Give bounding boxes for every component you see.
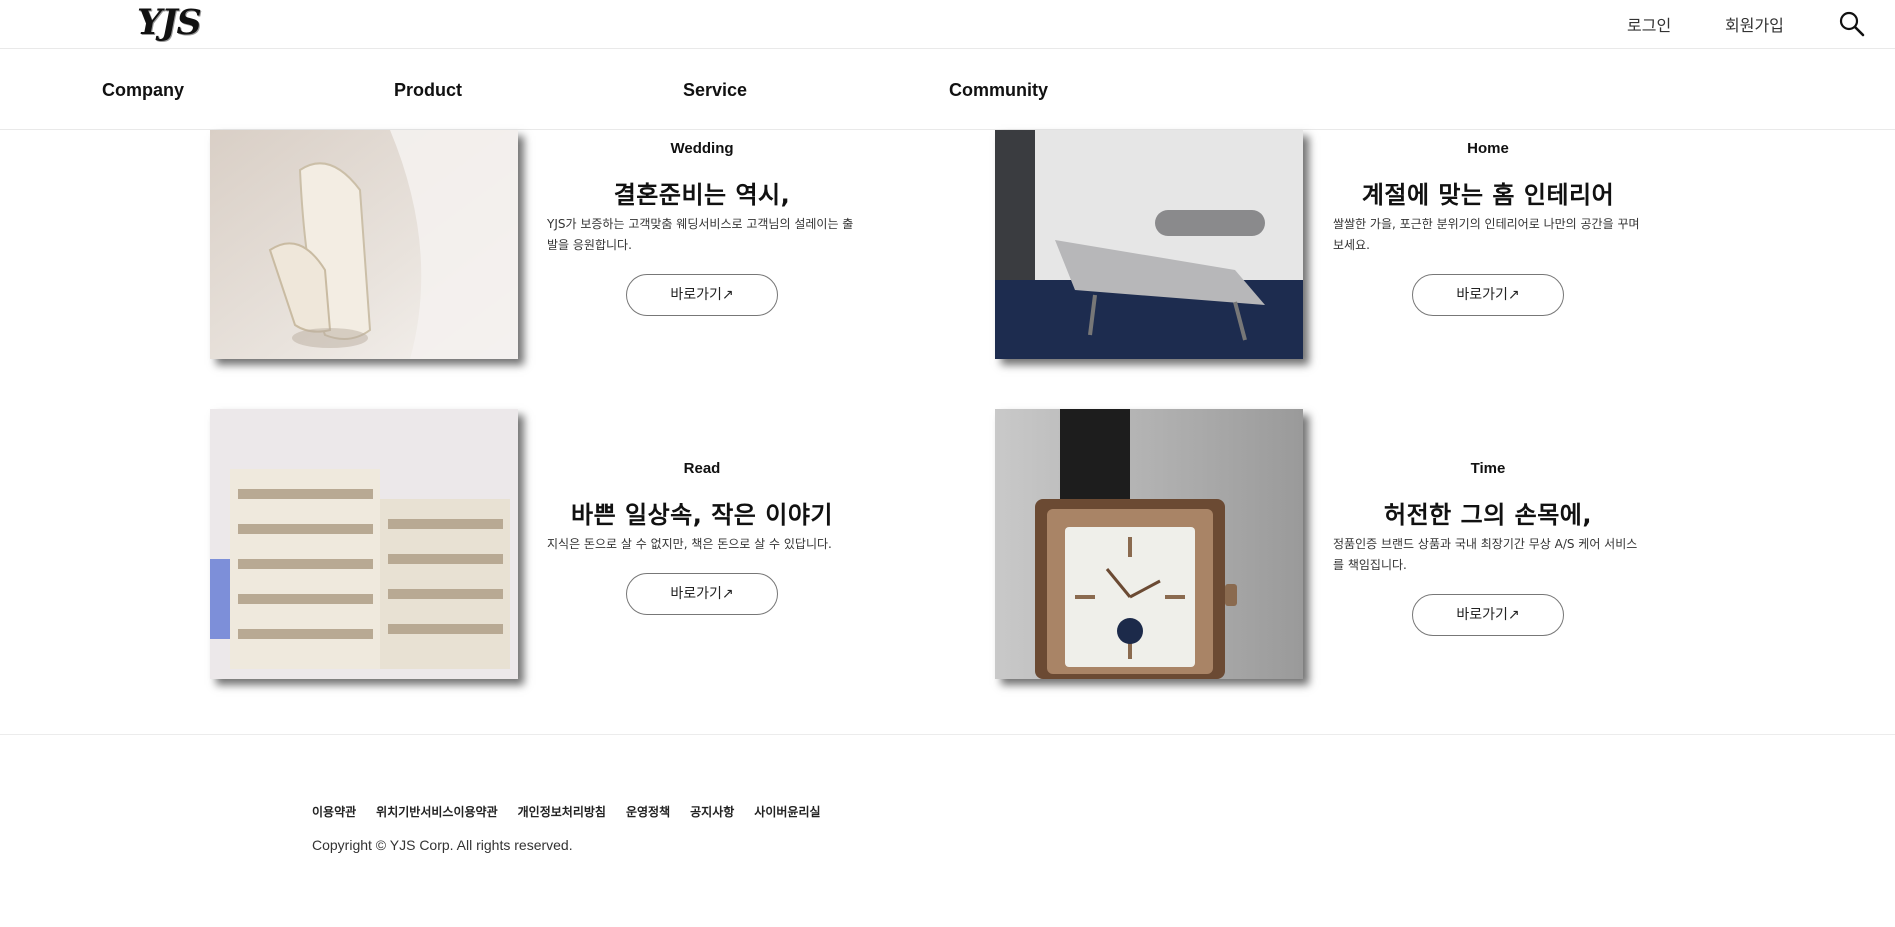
card-title: 허전한 그의 손목에, (1384, 501, 1592, 529)
time-card-text: Time 허전한 그의 손목에, 정품인증 브랜드 상품과 국내 최장기간 무상… (1333, 460, 1643, 636)
wedding-go-button[interactable]: 바로가기↗ (626, 274, 778, 316)
bookshelf-image (210, 409, 518, 679)
card-category: Home (1467, 140, 1509, 157)
card-title: 결혼준비는 역시, (613, 181, 791, 209)
nav-item-community[interactable]: Community (949, 80, 1048, 101)
nav-item-service[interactable]: Service (683, 80, 747, 101)
card-title: 바쁜 일상속, 작은 이야기 (571, 501, 833, 529)
wedding-shoes-image (210, 130, 518, 359)
card-description: 정품인증 브랜드 상품과 국내 최장기간 무상 A/S 케어 서비스를 책임집니… (1333, 537, 1638, 572)
login-link[interactable]: 로그인 (1627, 12, 1671, 36)
logo[interactable]: YJS (137, 2, 202, 43)
card-category: Time (1470, 460, 1506, 477)
wedding-card-text: Wedding 결혼준비는 역시, YJS가 보증하는 고객맞춤 웨딩서비스로 … (547, 140, 857, 316)
nav-item-product[interactable]: Product (394, 80, 462, 101)
card-category: Wedding (670, 140, 734, 157)
read-card-text: Read 바쁜 일상속, 작은 이야기 지식은 돈으로 살 수 없지만, 책은 … (547, 460, 857, 615)
time-go-button[interactable]: 바로가기↗ (1412, 594, 1564, 636)
copyright: Copyright © YJS Corp. All rights reserve… (312, 837, 573, 853)
footer-link-terms[interactable]: 이용약관 (312, 803, 356, 820)
footer: 이용약관 위치기반서비스이용약관 개인정보처리방침 운영정책 공지사항 사이버윤… (0, 734, 1895, 927)
footer-link-policy[interactable]: 운영정책 (626, 803, 670, 820)
card-description: 지식은 돈으로 살 수 없지만, 책은 돈으로 살 수 있답니다. (547, 537, 832, 551)
home-go-button[interactable]: 바로가기↗ (1412, 274, 1564, 316)
card-description: YJS가 보증하는 고객맞춤 웨딩서비스로 고객님의 설레이는 출발을 응원합니… (547, 217, 854, 252)
footer-link-location-terms[interactable]: 위치기반서비스이용약관 (376, 803, 497, 820)
footer-link-cyber-ethics[interactable]: 사이버윤리실 (754, 803, 820, 820)
chaise-lounge-image (995, 130, 1303, 359)
search-icon[interactable] (1838, 10, 1866, 38)
main-nav: Company Product Service Community (0, 49, 1895, 130)
footer-links: 이용약관 위치기반서비스이용약관 개인정보처리방침 운영정책 공지사항 사이버윤… (312, 803, 841, 820)
card-description: 쌀쌀한 가을, 포근한 분위기의 인테리어로 나만의 공간을 꾸며보세요. (1333, 217, 1640, 252)
card-title: 계절에 맞는 홈 인테리어 (1361, 181, 1615, 209)
wristwatch-image (995, 409, 1303, 679)
footer-link-notice[interactable]: 공지사항 (690, 803, 734, 820)
top-bar: YJS 로그인 회원가입 (0, 0, 1895, 49)
signup-link[interactable]: 회원가입 (1725, 12, 1784, 36)
footer-link-privacy[interactable]: 개인정보처리방침 (518, 803, 606, 820)
read-go-button[interactable]: 바로가기↗ (626, 573, 778, 615)
card-category: Read (683, 460, 721, 477)
home-card-text: Home 계절에 맞는 홈 인테리어 쌀쌀한 가을, 포근한 분위기의 인테리어… (1333, 140, 1643, 316)
nav-item-company[interactable]: Company (102, 80, 184, 101)
